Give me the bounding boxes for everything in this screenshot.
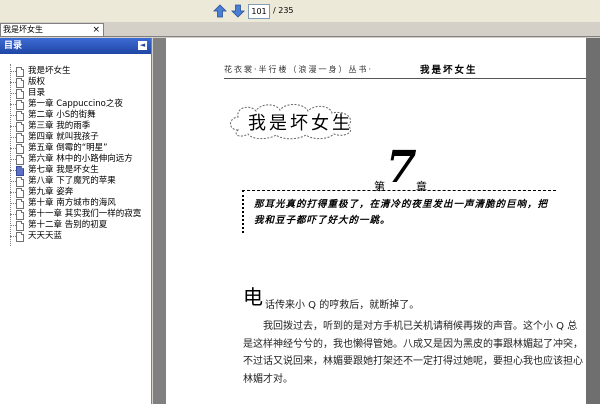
toc-item[interactable]: 第五章 倒霉的“明星”	[0, 143, 151, 154]
toc-item-label: 第三章 我的雨季	[28, 121, 91, 131]
toc-item[interactable]: 第六章 林中的小路伸向远方	[0, 154, 151, 165]
page-icon	[16, 221, 24, 231]
toc-item-label: 第九章 姿奔	[28, 187, 74, 197]
page-icon	[16, 78, 24, 88]
toc-item-label: 第七章 我是坏女生	[28, 165, 99, 175]
toc-item[interactable]: 第九章 姿奔	[0, 187, 151, 198]
running-header-title: 我是坏女生	[420, 65, 478, 76]
toc-tree: 我是坏女生 版权 目录 第一章 Cappuccino之夜 第二章 小S的街舞 第…	[0, 54, 151, 246]
toc-item[interactable]: 目录	[0, 88, 151, 99]
toolbar: 101 / 235	[0, 0, 600, 23]
toc-item-label: 我是坏女生	[28, 66, 71, 76]
toc-item-label: 第二章 小S的街舞	[28, 110, 96, 120]
page-icon	[16, 67, 24, 77]
page-icon	[16, 199, 24, 209]
page-number-input[interactable]: 101	[248, 4, 270, 19]
toc-item-label: 版权	[28, 77, 46, 87]
toc-item-label: 第五章 倒霉的“明星”	[28, 143, 108, 153]
toc-header: 目录 ◄	[0, 38, 151, 54]
current-page-icon	[16, 166, 24, 176]
page-icon	[16, 133, 24, 143]
page-icon	[16, 177, 24, 187]
header-divider	[224, 78, 588, 79]
close-tab-icon[interactable]: ×	[92, 24, 100, 36]
toc-item[interactable]: 第三章 我的雨季	[0, 121, 151, 132]
previous-page-button[interactable]	[212, 3, 228, 19]
page-icon	[16, 232, 24, 242]
toc-item-label: 第十章 南方城市的海风	[28, 198, 116, 208]
next-page-button[interactable]	[230, 3, 246, 19]
page-icon	[16, 100, 24, 110]
toc-item-label: 第四章 就叫我孩子	[28, 132, 99, 142]
page-icon	[16, 122, 24, 132]
toc-item[interactable]: 第四章 就叫我孩子	[0, 132, 151, 143]
page-icon	[16, 155, 24, 165]
toc-item-label: 天天天蓝	[28, 231, 63, 241]
page-total: / 235	[273, 6, 294, 15]
toc-item[interactable]: 天天天蓝	[0, 231, 151, 242]
document-tab-title: 我是坏女生	[3, 25, 43, 34]
document-tab[interactable]: 我是坏女生 ×	[0, 23, 104, 36]
chapter-number: 7	[386, 142, 417, 193]
toc-item-label: 第八章 下了魔咒的苹果	[28, 176, 116, 186]
toc-item-label: 第十二章 告别的初夏	[28, 220, 108, 230]
body-paragraph: 我回拨过去，听到的是对方手机已关机请稍候再拨的声音。这个小 Q 总是这样神经兮兮…	[243, 321, 583, 385]
toc-item[interactable]: 第一章 Cappuccino之夜	[0, 99, 151, 110]
toc-item[interactable]: 版权	[0, 77, 151, 88]
document-viewport[interactable]: 花衣裳·半行楼（浪漫一身）丛书· 我是坏女生 我是坏女生 第 7 章 那耳光真的…	[153, 38, 600, 404]
running-header-series: 花衣裳·半行楼（浪漫一身）丛书·	[224, 65, 374, 74]
collapse-sidebar-icon[interactable]: ◄	[138, 41, 147, 50]
toc-item[interactable]: 第八章 下了魔咒的苹果	[0, 176, 151, 187]
toc-item-label: 第十一章 其实我们一样的寂寞	[28, 209, 142, 219]
toc-item[interactable]: 第十章 南方城市的海风	[0, 198, 151, 209]
body-first-line: 话传来小 Q 的哼救后，就断掉了。	[265, 300, 420, 311]
toc-item[interactable]: 第二章 小S的街舞	[0, 110, 151, 121]
arrow-down-icon	[231, 4, 245, 18]
toc-sidebar: 目录 ◄ 我是坏女生 版权 目录 第一章 Cappuccino之夜 第二章 小S…	[0, 38, 152, 404]
document-page: 花衣裳·半行楼（浪漫一身）丛书· 我是坏女生 我是坏女生 第 7 章 那耳光真的…	[166, 38, 588, 404]
toc-title: 目录	[4, 41, 23, 51]
document-tab-bar: 我是坏女生 ×	[0, 22, 600, 37]
toc-item-label: 第一章 Cappuccino之夜	[28, 99, 123, 109]
drop-cap: 电	[243, 285, 263, 309]
page-icon	[16, 89, 24, 99]
toc-item-current[interactable]: 第七章 我是坏女生	[0, 165, 151, 176]
page-icon	[16, 144, 24, 154]
page-icon	[16, 111, 24, 121]
chapter-title: 我是坏女生	[248, 113, 353, 134]
toc-item[interactable]: 第十一章 其实我们一样的寂寞	[0, 209, 151, 220]
epigraph: 那耳光真的打得重极了，在清冷的夜里发出一声清脆的巨响，把我和豆子都吓了好大的一跳…	[254, 199, 549, 226]
page-shadow	[586, 38, 600, 404]
toc-item-label: 第六章 林中的小路伸向远方	[28, 154, 133, 164]
toc-item[interactable]: 我是坏女生	[0, 66, 151, 77]
page-icon	[16, 188, 24, 198]
arrow-up-icon	[213, 4, 227, 18]
toc-item[interactable]: 第十二章 告别的初夏	[0, 220, 151, 231]
toc-item-label: 目录	[28, 88, 46, 98]
page-icon	[16, 210, 24, 220]
